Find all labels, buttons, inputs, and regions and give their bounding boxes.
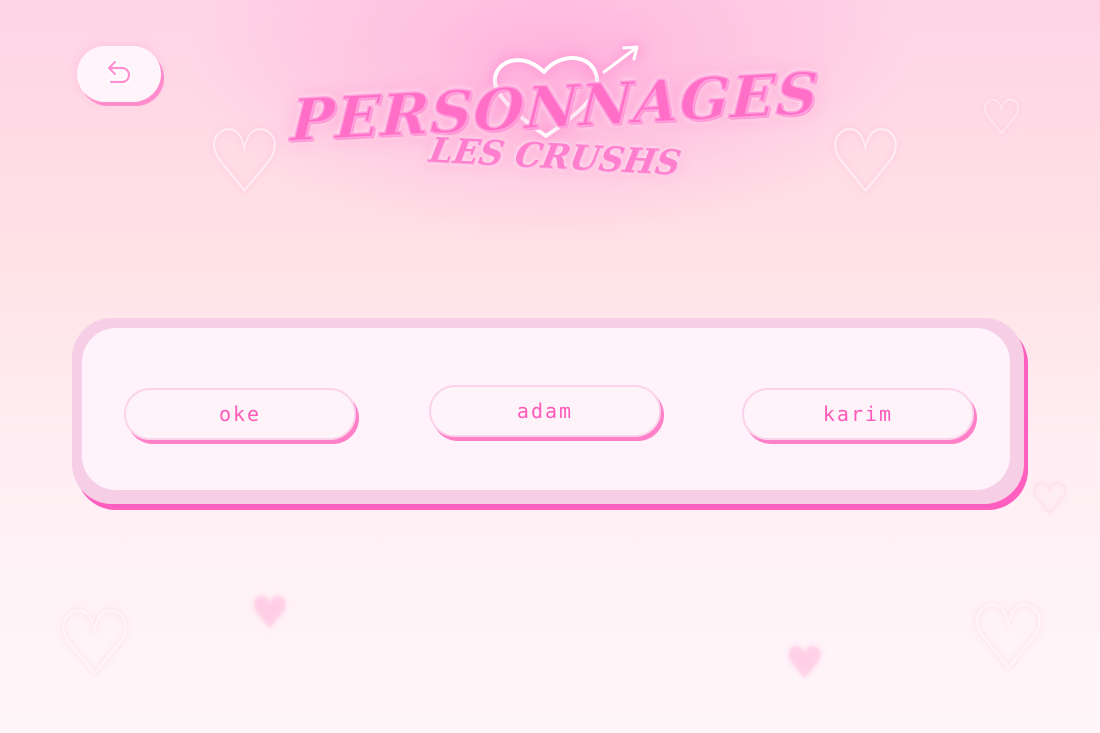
- heart-decoration-icon: ♡: [54, 592, 135, 697]
- character-button-karim[interactable]: KARIM: [742, 388, 974, 440]
- character-label: ADAM: [516, 399, 574, 423]
- character-label: OKE: [218, 402, 262, 426]
- character-button-oke[interactable]: OKE: [124, 388, 356, 440]
- character-button-adam[interactable]: ADAM: [429, 385, 661, 437]
- heart-decoration-icon: ♥: [785, 638, 825, 689]
- heart-decoration-icon: ♡: [968, 586, 1049, 691]
- character-label: KARIM: [822, 402, 894, 426]
- heart-decoration-icon: ♡: [1030, 474, 1070, 525]
- heart-decoration-icon: ♡: [826, 110, 905, 213]
- heart-decoration-icon: ♡: [205, 110, 284, 213]
- character-panel-inner: OKE ADAM KARIM: [82, 328, 1010, 490]
- character-panel: OKE ADAM KARIM: [72, 318, 1024, 504]
- back-button[interactable]: [77, 46, 161, 102]
- title-block: PERSONNAGES LES CRUSHS: [288, 59, 821, 198]
- back-arrow-icon: [106, 59, 132, 85]
- heart-decoration-icon: ♡: [980, 90, 1024, 146]
- heart-decoration-icon: ♥: [250, 588, 290, 639]
